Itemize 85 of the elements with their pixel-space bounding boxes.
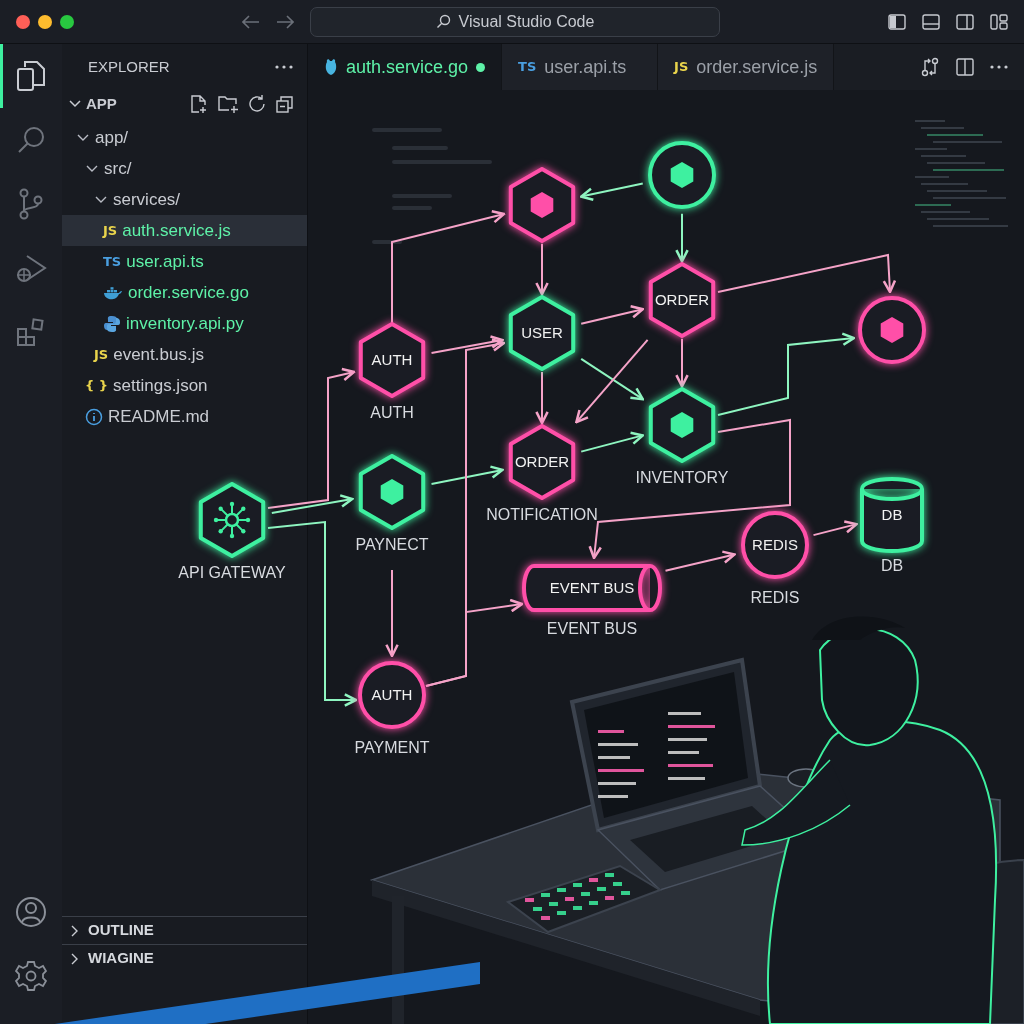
file-tree-item[interactable]: JS auth.service.js [62, 215, 307, 246]
connector-arrow [675, 337, 689, 388]
info-icon [85, 407, 103, 426]
hub-icon [213, 501, 251, 539]
editor-tab[interactable]: TS user.api.ts [502, 44, 659, 90]
node-caption: DB [880, 557, 904, 574]
file-type-icon: TS [103, 251, 122, 272]
settings-icon[interactable] [15, 960, 47, 992]
workspace-folder-title[interactable]: APP [86, 92, 117, 116]
node-caption: EVENT BUS [546, 620, 638, 637]
source-control-icon[interactable] [17, 188, 45, 220]
toggle-sidebar-icon[interactable] [888, 12, 906, 31]
new-folder-icon[interactable] [217, 94, 239, 114]
account-icon[interactable] [15, 896, 47, 928]
connector-arrow [535, 370, 549, 425]
file-type-icon: TS [518, 57, 537, 77]
close-window-button[interactable] [16, 14, 30, 29]
refresh-icon[interactable] [247, 94, 267, 114]
connector-arrow [812, 520, 858, 537]
node-label: REDIS [752, 536, 798, 553]
file-tree-item[interactable]: { } settings.json [62, 370, 307, 401]
editor-tab[interactable]: auth.service.go [308, 44, 503, 90]
file-tree-item[interactable]: inventory.api.py [62, 308, 307, 339]
chevron-down-icon[interactable] [68, 99, 82, 109]
folder-tree-item[interactable]: src/ [62, 153, 307, 184]
connector-arrow [579, 182, 644, 201]
toggle-panel-icon[interactable] [922, 12, 940, 31]
hexagon-icon [380, 479, 404, 505]
back-arrow-icon[interactable] [242, 14, 260, 29]
search-icon [435, 14, 451, 29]
panel-section-header[interactable]: WIAGINE [62, 944, 307, 972]
node-label: USER [521, 324, 563, 341]
file-tree-item[interactable]: order.service.go [62, 277, 307, 308]
node-label: AUTH [371, 686, 413, 703]
node-caption: PAYMENT [354, 739, 430, 756]
file-type-icon: JS [674, 57, 689, 77]
new-file-icon[interactable] [189, 94, 209, 114]
more-actions-icon[interactable] [990, 65, 1008, 69]
forward-arrow-icon[interactable] [276, 14, 294, 29]
maximize-window-button[interactable] [60, 14, 74, 29]
hexagon-icon [530, 192, 554, 218]
node-label: DB [881, 506, 903, 523]
unsaved-dot [476, 62, 486, 72]
file-type-icon: { } [85, 375, 109, 396]
extensions-icon[interactable] [16, 317, 46, 347]
node-caption: AUTH [370, 404, 414, 421]
node-label: EVENT BUS [549, 579, 635, 596]
hexagon-icon [880, 317, 904, 343]
run-debug-icon[interactable] [15, 252, 47, 284]
file-tree-item[interactable]: JS event.bus.js [62, 339, 307, 370]
toggle-secondary-sidebar-icon[interactable] [956, 12, 974, 31]
search-icon[interactable] [16, 125, 46, 155]
connector-arrow [675, 212, 689, 263]
file-tree-item[interactable]: TS user.api.ts [62, 246, 307, 277]
hexagon-icon [670, 412, 694, 438]
node-caption: PAYNECT [355, 536, 429, 553]
compare-changes-icon[interactable] [920, 57, 940, 77]
split-editor-icon[interactable] [956, 58, 974, 76]
connector-arrow [580, 305, 645, 325]
panel-section-header[interactable]: OUTLINE [62, 916, 307, 944]
command-center-search[interactable]: Visual Studio Code [310, 6, 720, 37]
node-label: ORDER [654, 291, 710, 308]
minimize-window-button[interactable] [38, 14, 52, 29]
file-type-icon: JS [94, 344, 109, 365]
node-label: AUTH [371, 351, 413, 368]
files-icon[interactable] [16, 60, 46, 92]
more-actions-icon[interactable] [275, 65, 293, 69]
folder-tree-item[interactable]: services/ [62, 184, 307, 215]
explorer-title: EXPLORER [88, 56, 170, 77]
node-caption: INVENTORY [635, 469, 729, 486]
node-caption: REDIS [750, 589, 800, 606]
node-label: ORDER [514, 453, 570, 470]
folder-tree-item[interactable]: app/ [62, 122, 307, 153]
node-caption: API GATEWAY [178, 564, 286, 581]
file-tree-item[interactable]: README.md [62, 401, 307, 432]
window-title: Visual Studio Code [458, 11, 595, 32]
editor-tab[interactable]: JS order.service.js [658, 44, 835, 90]
customize-layout-icon[interactable] [990, 12, 1008, 31]
node-caption: NOTIFICATION [486, 506, 598, 523]
whale-icon [103, 285, 123, 300]
python-icon [103, 314, 121, 333]
file-type-icon: JS [103, 220, 118, 241]
hexagon-icon [670, 162, 694, 188]
connector-arrow [535, 242, 549, 296]
collapse-all-icon[interactable] [275, 94, 295, 114]
